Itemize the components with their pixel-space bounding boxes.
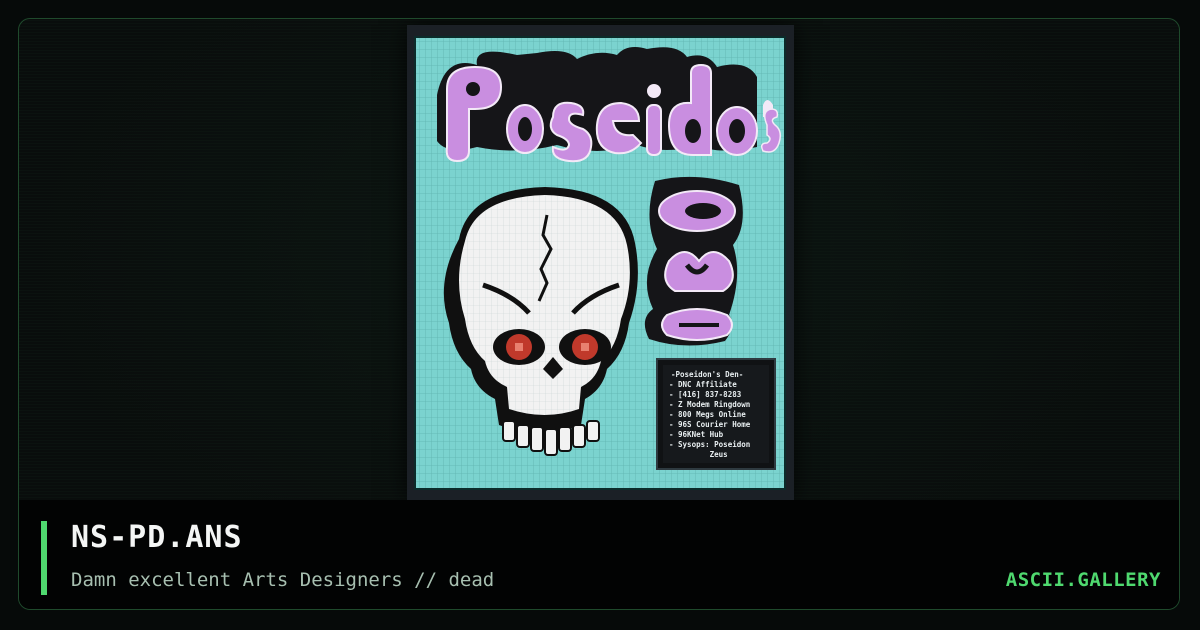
info-line: - 800 Megs Online (669, 410, 746, 419)
den-logo (644, 176, 743, 346)
site-brand[interactable]: ASCII.GALLERY (1006, 569, 1161, 591)
poseidons-logo (437, 47, 782, 163)
info-line: - DNC Affiliate (669, 380, 737, 389)
info-line: - 96KNet Hub (669, 430, 724, 439)
info-line: - [416] 837-8283 (669, 390, 742, 399)
accent-bar (41, 521, 47, 595)
info-line: Zeus (669, 450, 728, 459)
ansi-artwork: -Poseidon's Den- - DNC Affiliate - [416]… (407, 25, 794, 501)
bbs-info-box: -Poseidon's Den- - DNC Affiliate - [416]… (656, 358, 776, 470)
info-line: - 96S Courier Home (669, 420, 751, 429)
caption-bar: NS-PD.ANS Damn excellent Arts Designers … (19, 500, 1179, 609)
info-line: -Poseidon's Den- (671, 370, 743, 379)
info-line: - Z Modem Ringdown (669, 400, 750, 409)
artwork-subtitle: Damn excellent Arts Designers // dead (71, 569, 495, 591)
info-line: - Sysops: Poseidon (669, 440, 750, 449)
artwork-title: NS-PD.ANS (71, 520, 243, 555)
preview-card: -Poseidon's Den- - DNC Affiliate - [416]… (18, 18, 1180, 610)
